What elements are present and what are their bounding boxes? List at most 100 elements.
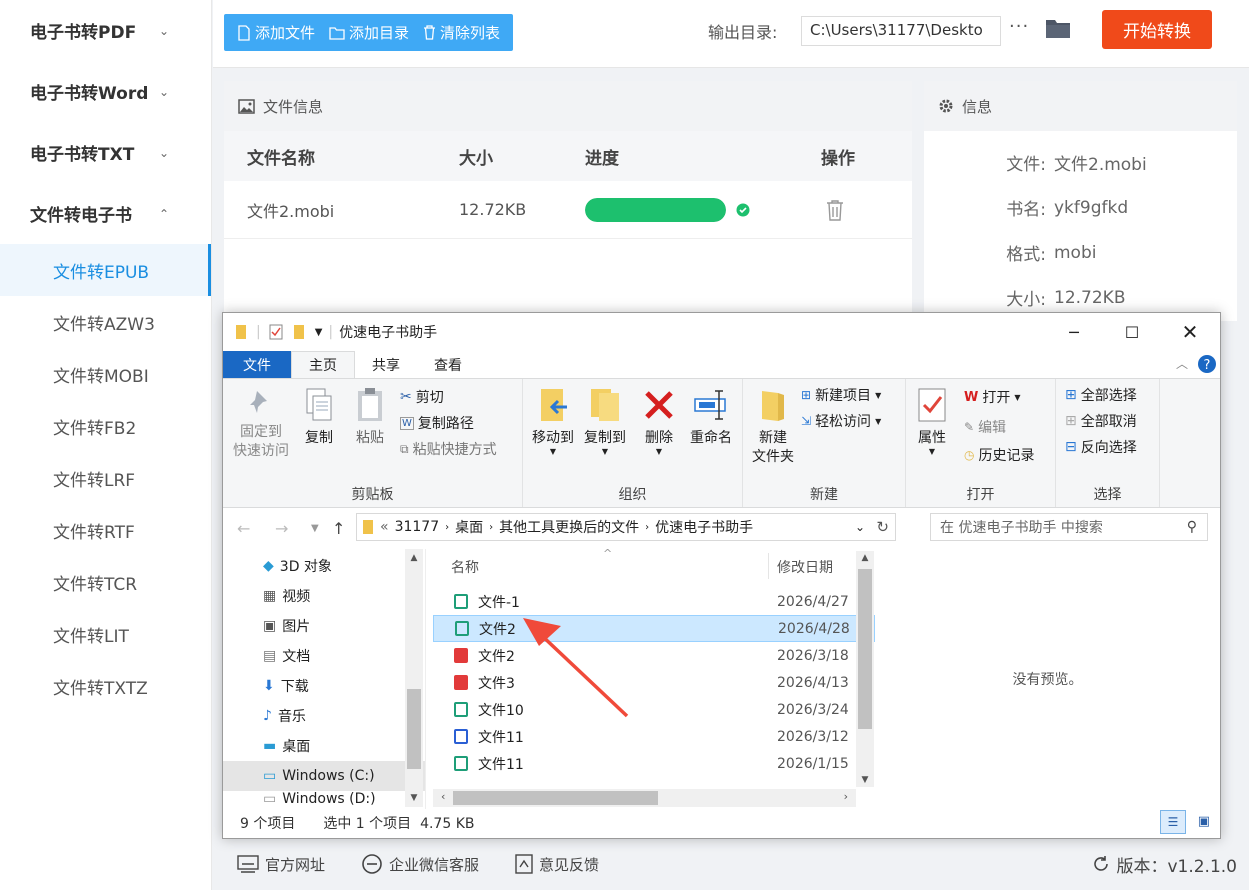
- table-row[interactable]: 文件2.mobi 12.72KB: [224, 181, 912, 239]
- history-button[interactable]: ◷ 历史记录: [964, 445, 1034, 465]
- copy-button[interactable]: 复制: [295, 387, 343, 448]
- breadcrumb-item[interactable]: 其他工具更换后的文件: [499, 517, 639, 537]
- new-folder-button[interactable]: 新建 文件夹: [747, 387, 799, 467]
- category-file-to-ebook[interactable]: 文件转电子书 ⌃: [0, 183, 211, 244]
- tab-file[interactable]: 文件: [223, 351, 291, 378]
- list-item[interactable]: 文件3 2026/4/13: [433, 669, 875, 696]
- list-item-selected[interactable]: 文件2 2026/4/28: [433, 615, 875, 642]
- open-folder-icon[interactable]: [1045, 17, 1071, 39]
- scroll-left-icon[interactable]: ‹: [441, 790, 445, 803]
- cut-button[interactable]: ✂ 剪切: [400, 387, 444, 407]
- sidebar-item-txtz[interactable]: 文件转TXTZ: [0, 660, 211, 712]
- add-file-button[interactable]: 添加文件: [230, 22, 322, 43]
- sidebar-item-rtf[interactable]: 文件转RTF: [0, 504, 211, 556]
- properties-button[interactable]: 属性 ▼: [912, 387, 952, 456]
- scroll-down-icon[interactable]: ▼: [856, 775, 874, 785]
- nav-item-music[interactable]: ♪ 音乐: [223, 701, 425, 731]
- select-all-button[interactable]: ⊞ 全部选择: [1065, 385, 1137, 405]
- list-item[interactable]: 文件-1 2026/4/27: [433, 588, 875, 615]
- more-options-button[interactable]: ···: [1009, 16, 1029, 37]
- address-dropdown-icon[interactable]: ⌄: [855, 520, 865, 534]
- list-item[interactable]: 文件10 2026/3/24: [433, 696, 875, 723]
- clear-list-button[interactable]: 清除列表: [416, 22, 507, 43]
- list-scrollbar-horizontal[interactable]: ‹ ›: [433, 789, 856, 807]
- new-item-button[interactable]: ⊞ 新建项目 ▼: [801, 385, 881, 405]
- back-arrow-icon[interactable]: ←: [237, 519, 250, 538]
- list-item[interactable]: 文件11 2026/1/15: [433, 750, 875, 777]
- nav-item-desktop[interactable]: ▬ 桌面: [223, 731, 425, 761]
- nav-scroll-thumb[interactable]: [407, 689, 421, 769]
- nav-item-3d-objects[interactable]: ◆ 3D 对象: [223, 551, 425, 581]
- category-ebook-to-pdf[interactable]: 电子书转PDF ⌄: [0, 0, 211, 61]
- properties-check-icon[interactable]: [269, 324, 283, 340]
- large-icons-view-icon[interactable]: ▣: [1198, 814, 1210, 829]
- refresh-icon[interactable]: ↻: [876, 518, 889, 536]
- sidebar-item-tcr[interactable]: 文件转TCR: [0, 556, 211, 608]
- feedback-link[interactable]: 意见反馈: [515, 854, 599, 875]
- breadcrumb-overflow-icon[interactable]: «: [380, 519, 389, 535]
- paste-button[interactable]: 粘贴: [347, 387, 393, 448]
- wechat-support-link[interactable]: 企业微信客服: [361, 854, 479, 875]
- list-scroll-thumb-horizontal[interactable]: [453, 791, 658, 805]
- tab-share[interactable]: 共享: [355, 351, 417, 378]
- start-convert-button[interactable]: 开始转换: [1102, 10, 1212, 49]
- copy-path-button[interactable]: W 复制路径: [400, 413, 474, 433]
- tab-view[interactable]: 查看: [417, 351, 479, 378]
- refresh-icon[interactable]: [1092, 855, 1110, 873]
- scroll-up-icon[interactable]: ▲: [405, 553, 423, 563]
- category-ebook-to-word[interactable]: 电子书转Word ⌄: [0, 61, 211, 122]
- scroll-down-icon[interactable]: ▼: [405, 793, 423, 803]
- forward-arrow-icon[interactable]: →: [275, 519, 288, 538]
- close-icon[interactable]: ✕: [1161, 313, 1219, 351]
- pin-quick-access-button[interactable]: 固定到 快速访问: [231, 387, 291, 461]
- help-icon[interactable]: ?: [1197, 354, 1217, 374]
- nav-item-pictures[interactable]: ▣ 图片: [223, 611, 425, 641]
- address-box[interactable]: « 31177 › 桌面 › 其他工具更换后的文件 › 优速电子书助手 ⌄ ↻: [356, 513, 896, 541]
- invert-selection-button[interactable]: ⊟ 反向选择: [1065, 437, 1137, 457]
- breadcrumb-item[interactable]: 桌面: [455, 517, 483, 537]
- breadcrumb-item[interactable]: 31177: [395, 519, 440, 535]
- sidebar-item-mobi[interactable]: 文件转MOBI: [0, 348, 211, 400]
- website-link[interactable]: 官方网址: [237, 854, 325, 875]
- copy-to-button[interactable]: 复制到 ▼: [579, 387, 631, 456]
- delete-button[interactable]: 删除 ▼: [635, 387, 683, 456]
- nav-item-downloads[interactable]: ⬇ 下载: [223, 671, 425, 701]
- details-view-icon[interactable]: ☰: [1160, 810, 1186, 834]
- nav-item-windows-c[interactable]: ▭ Windows (C:): [223, 761, 425, 791]
- sidebar-item-azw3[interactable]: 文件转AZW3: [0, 296, 211, 348]
- list-item[interactable]: 文件11 2026/3/12: [433, 723, 875, 750]
- minimize-icon[interactable]: ─: [1045, 313, 1103, 351]
- collapse-ribbon-icon[interactable]: ︿: [1176, 355, 1188, 372]
- search-input[interactable]: 在 优速电子书助手 中搜索 ⚲: [930, 513, 1208, 541]
- list-scrollbar-vertical[interactable]: ▲ ▼: [856, 551, 874, 787]
- rename-button[interactable]: 重命名: [683, 387, 739, 448]
- maximize-icon[interactable]: ☐: [1103, 313, 1161, 351]
- tab-home[interactable]: 主页: [291, 351, 355, 378]
- edit-button[interactable]: ✎ 编辑: [964, 417, 1006, 437]
- breadcrumb-item[interactable]: 优速电子书助手: [655, 517, 753, 537]
- move-to-button[interactable]: 移动到 ▼: [527, 387, 579, 456]
- paste-shortcut-button[interactable]: ⧉ 粘贴快捷方式: [400, 439, 497, 459]
- scroll-right-icon[interactable]: ›: [844, 790, 848, 803]
- recent-dropdown-icon[interactable]: ▼: [311, 523, 319, 534]
- list-item[interactable]: 文件2 2026/3/18: [433, 642, 875, 669]
- quick-access-dropdown-icon[interactable]: ▼: [315, 327, 323, 338]
- open-button[interactable]: W 打开 ▼: [964, 387, 1021, 407]
- sidebar-item-epub[interactable]: 文件转EPUB: [0, 244, 211, 296]
- sidebar-item-lrf[interactable]: 文件转LRF: [0, 452, 211, 504]
- easy-access-button[interactable]: ⇲ 轻松访问 ▼: [801, 411, 881, 431]
- col-name[interactable]: 名称: [451, 557, 479, 577]
- nav-item-videos[interactable]: ▦ 视频: [223, 581, 425, 611]
- output-path-field[interactable]: C:\Users\31177\Deskto: [801, 16, 1001, 46]
- col-date[interactable]: 修改日期: [777, 557, 833, 577]
- delete-icon[interactable]: [826, 199, 844, 221]
- select-none-button[interactable]: ⊞ 全部取消: [1065, 411, 1137, 431]
- category-ebook-to-txt[interactable]: 电子书转TXT ⌄: [0, 122, 211, 183]
- nav-scrollbar[interactable]: ▲ ▼: [405, 549, 423, 807]
- sidebar-item-lit[interactable]: 文件转LIT: [0, 608, 211, 660]
- list-scroll-thumb-vertical[interactable]: [858, 569, 872, 729]
- new-folder-small-icon[interactable]: [293, 324, 305, 340]
- up-arrow-icon[interactable]: ↑: [332, 519, 345, 538]
- nav-item-documents[interactable]: ▤ 文档: [223, 641, 425, 671]
- scroll-up-icon[interactable]: ▲: [856, 553, 874, 563]
